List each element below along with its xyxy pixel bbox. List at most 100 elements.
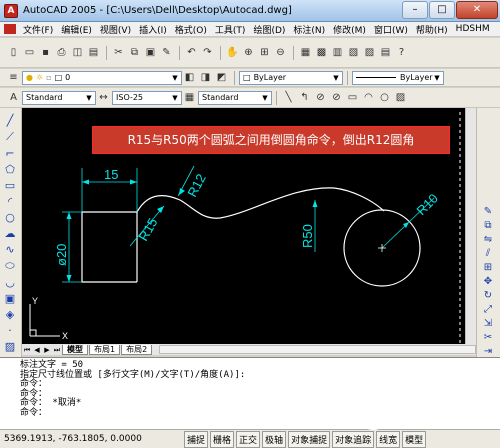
mirror-icon[interactable]: ⇋ — [481, 234, 496, 245]
undo-icon[interactable]: ↶ — [184, 45, 199, 60]
no-entry-icon[interactable]: ⊘ — [329, 90, 344, 105]
table-style-icon[interactable]: ▦ — [182, 90, 197, 105]
print-preview-icon[interactable]: ◫ — [70, 45, 85, 60]
revision-cloud-icon[interactable]: ☁ — [3, 227, 18, 240]
maximize-button[interactable]: □ — [429, 1, 455, 19]
menu-tools[interactable]: 工具(T) — [211, 23, 250, 36]
erase-icon[interactable]: ✎ — [481, 206, 496, 217]
move-icon[interactable]: ✥ — [481, 276, 496, 287]
polyline-icon[interactable]: ⌐ — [3, 147, 18, 160]
paste-icon[interactable]: ▣ — [143, 45, 158, 60]
spline-icon[interactable]: ∿ — [3, 243, 18, 256]
open-icon[interactable]: ▭ — [22, 45, 37, 60]
insert-block-icon[interactable]: ▣ — [3, 292, 18, 305]
point-icon[interactable]: · — [3, 324, 18, 337]
menu-dimension[interactable]: 标注(N) — [289, 23, 329, 36]
redo-icon[interactable]: ↷ — [200, 45, 215, 60]
menu-draw[interactable]: 绘图(D) — [249, 23, 289, 36]
rectangle-icon[interactable]: ▭ — [345, 90, 360, 105]
menu-view[interactable]: 视图(V) — [96, 23, 135, 36]
hatch-icon[interactable]: ▨ — [3, 340, 18, 353]
color-dropdown[interactable]: □ ByLayer ▼ — [239, 70, 343, 85]
line-icon[interactable]: ╱ — [3, 114, 18, 127]
make-block-icon[interactable]: ◈ — [3, 308, 18, 321]
tab-layout2[interactable]: 布局2 — [121, 344, 153, 355]
vertical-scrollbar[interactable] — [465, 108, 476, 344]
menu-hdshm[interactable]: HDSHM — [452, 24, 494, 34]
make-current-icon[interactable]: ◧ — [182, 70, 197, 85]
text-style-icon[interactable]: A — [6, 90, 21, 105]
new-icon[interactable]: ▯ — [6, 45, 21, 60]
offset-icon[interactable]: ⫽ — [481, 248, 496, 259]
copy-icon[interactable]: ⧉ — [127, 45, 142, 60]
drawing-canvas[interactable]: 15 ø20 R15 R12 R50 R10 Y X R15与R50两个圆弧之间… — [22, 108, 465, 344]
text-style-dropdown[interactable]: Standard ▼ — [22, 90, 96, 105]
tab-model[interactable]: 模型 — [62, 344, 88, 355]
sheet-set-icon[interactable]: ▧ — [346, 45, 361, 60]
quick-calc-icon[interactable]: ▤ — [378, 45, 393, 60]
polyline-icon[interactable]: ↰ — [297, 90, 312, 105]
table-style-dropdown[interactable]: Standard ▼ — [198, 90, 272, 105]
layer-dropdown[interactable]: ● ☼ ▫ □ 0 ▼ — [22, 70, 182, 85]
next-tab-icon[interactable]: ▶ — [42, 345, 52, 355]
extend-icon[interactable]: ⇥ — [481, 346, 496, 357]
prev-tab-icon[interactable]: ◀ — [32, 345, 42, 355]
tab-layout1[interactable]: 布局1 — [89, 344, 121, 355]
menu-edit[interactable]: 编辑(E) — [57, 23, 96, 36]
polar-toggle[interactable]: 极轴 — [262, 430, 287, 448]
menu-help[interactable]: 帮助(H) — [412, 23, 452, 36]
osnap-toggle[interactable]: 对象捕捉 — [288, 430, 331, 448]
stretch-icon[interactable]: ⇲ — [481, 318, 496, 329]
cut-icon[interactable]: ✂ — [111, 45, 126, 60]
last-tab-icon[interactable]: ⏭ — [52, 345, 62, 355]
no-entry-icon[interactable]: ⊘ — [313, 90, 328, 105]
polygon-icon[interactable]: ⬠ — [3, 163, 18, 176]
scale-icon[interactable]: ⤢ — [481, 304, 496, 315]
properties-icon[interactable]: ▦ — [298, 45, 313, 60]
circle-icon[interactable]: ○ — [3, 211, 18, 224]
line-icon[interactable]: ╲ — [281, 90, 296, 105]
design-center-icon[interactable]: ▩ — [314, 45, 329, 60]
arc-icon[interactable]: ◜ — [3, 195, 18, 208]
hatch-icon[interactable]: ▨ — [393, 90, 408, 105]
zoom-window-icon[interactable]: ⊞ — [257, 45, 272, 60]
copy-object-icon[interactable]: ⧉ — [481, 220, 496, 231]
first-tab-icon[interactable]: ⏮ — [22, 345, 32, 355]
menu-format[interactable]: 格式(O) — [171, 23, 211, 36]
layer-manager-icon[interactable]: ≡ — [6, 70, 21, 85]
array-icon[interactable]: ⊞ — [481, 262, 496, 273]
document-icon[interactable] — [4, 24, 16, 34]
ellipse-icon[interactable]: ⬭ — [3, 259, 18, 273]
layer-states-icon[interactable]: ◩ — [214, 70, 229, 85]
grid-toggle[interactable]: 栅格 — [210, 430, 235, 448]
autocad-app-icon[interactable]: A — [4, 3, 18, 18]
save-icon[interactable]: ▪ — [38, 45, 53, 60]
snap-toggle[interactable]: 捕捉 — [184, 430, 209, 448]
match-properties-icon[interactable]: ✎ — [159, 45, 174, 60]
menu-insert[interactable]: 插入(I) — [135, 23, 171, 36]
publish-icon[interactable]: ▤ — [86, 45, 101, 60]
tool-palettes-icon[interactable]: ▥ — [330, 45, 345, 60]
circle-icon[interactable]: ○ — [377, 90, 392, 105]
trim-icon[interactable]: ✂ — [481, 332, 496, 343]
help-icon[interactable]: ? — [394, 45, 409, 60]
menu-file[interactable]: 文件(F) — [19, 23, 57, 36]
markup-icon[interactable]: ▨ — [362, 45, 377, 60]
dim-style-icon[interactable]: ↔ — [96, 90, 111, 105]
arc-icon[interactable]: ◠ — [361, 90, 376, 105]
rotate-icon[interactable]: ↻ — [481, 290, 496, 301]
linetype-dropdown[interactable]: ByLayer ▼ — [352, 70, 444, 85]
ortho-toggle[interactable]: 正交 — [236, 430, 261, 448]
pan-icon[interactable]: ✋ — [225, 45, 240, 60]
ellipse-arc-icon[interactable]: ◡ — [3, 276, 18, 289]
layer-previous-icon[interactable]: ◨ — [198, 70, 213, 85]
menu-modify[interactable]: 修改(M) — [329, 23, 370, 36]
dim-style-dropdown[interactable]: ISO-25 ▼ — [112, 90, 182, 105]
print-icon[interactable]: ⎙ — [54, 45, 69, 60]
menu-window[interactable]: 窗口(W) — [370, 23, 412, 36]
minimize-button[interactable]: – — [402, 1, 428, 19]
construction-line-icon[interactable]: ⟋ — [3, 130, 18, 144]
zoom-realtime-icon[interactable]: ⊕ — [241, 45, 256, 60]
zoom-previous-icon[interactable]: ⊖ — [273, 45, 288, 60]
close-button[interactable]: ✕ — [456, 1, 498, 19]
